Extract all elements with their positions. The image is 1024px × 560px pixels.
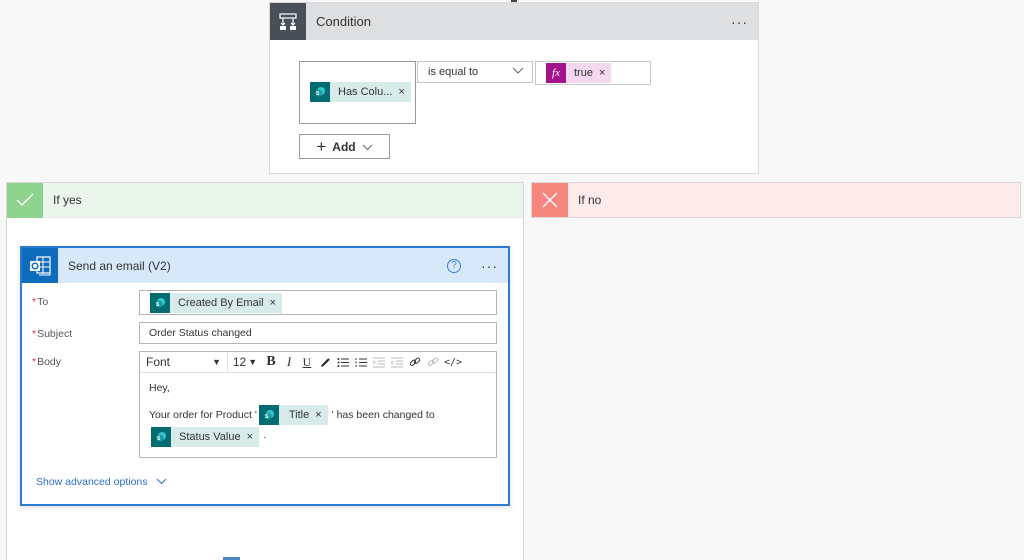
token-label: Has Colu... xyxy=(338,86,393,98)
condition-right-operand[interactable]: fx true × xyxy=(535,61,651,85)
sharepoint-icon: S xyxy=(310,82,330,102)
show-advanced-options-link[interactable]: Show advanced options xyxy=(36,476,167,488)
token-label: Created By Email xyxy=(178,297,264,309)
dynamic-token-title[interactable]: S Title × xyxy=(258,405,328,425)
bullet-list-icon[interactable] xyxy=(334,352,352,372)
link-icon[interactable] xyxy=(406,352,424,372)
caret-down-icon: ▼ xyxy=(248,357,258,367)
token-label: true xyxy=(574,67,593,79)
italic-button[interactable]: I xyxy=(280,352,298,372)
sharepoint-icon: S xyxy=(151,427,171,447)
outdent-icon[interactable] xyxy=(388,352,406,372)
if-yes-title: If yes xyxy=(53,193,82,207)
rich-text-toolbar: Font ▼ 12 ▼ B I U </> xyxy=(140,352,496,373)
add-condition-button[interactable]: + Add xyxy=(299,134,390,159)
expression-token-true[interactable]: fx true × xyxy=(546,63,612,83)
send-email-header[interactable]: Send an email (V2) ? ··· xyxy=(22,248,508,283)
dynamic-token-has-column[interactable]: S Has Colu... × xyxy=(310,82,411,102)
unlink-icon[interactable] xyxy=(424,352,442,372)
if-yes-header[interactable]: If yes xyxy=(7,182,523,218)
remove-token-button[interactable]: × xyxy=(599,67,611,79)
token-label: Title xyxy=(288,409,310,421)
remove-token-button[interactable]: × xyxy=(315,409,327,421)
subject-input[interactable]: Order Status changed xyxy=(139,322,497,344)
caret-down-icon: ▼ xyxy=(212,357,221,367)
chevron-down-icon xyxy=(362,140,373,154)
token-label: Status Value xyxy=(179,431,241,443)
close-icon xyxy=(532,183,568,217)
body-line: S Status Value × · xyxy=(149,427,487,447)
sharepoint-icon: S xyxy=(258,405,279,425)
condition-left-operand[interactable]: S Has Colu... × xyxy=(299,61,416,124)
remove-token-button[interactable]: × xyxy=(247,431,259,443)
remove-token-button[interactable]: × xyxy=(398,86,410,98)
send-email-card: Send an email (V2) ? ··· *To S Created B… xyxy=(20,246,510,506)
font-size-dropdown[interactable]: 12 ▼ xyxy=(228,352,262,372)
indent-icon[interactable] xyxy=(370,352,388,372)
email-more-button[interactable]: ··· xyxy=(481,258,498,274)
help-icon[interactable]: ? xyxy=(447,258,461,273)
pen-icon[interactable] xyxy=(316,352,334,372)
remove-token-button[interactable]: × xyxy=(270,297,282,309)
body-line: Your order for Product ' S Title × ' has… xyxy=(149,405,487,425)
body-content[interactable]: Hey, Your order for Product ' S Title × … xyxy=(140,373,496,447)
add-label: Add xyxy=(332,139,356,154)
condition-icon xyxy=(270,3,306,40)
operator-dropdown[interactable]: is equal to xyxy=(417,61,533,83)
condition-header[interactable]: Condition ··· xyxy=(270,3,758,40)
if-no-title: If no xyxy=(578,193,602,207)
plus-icon: + xyxy=(316,137,327,156)
body-line: Hey, xyxy=(149,382,170,394)
outlook-icon xyxy=(22,248,58,283)
font-dropdown[interactable]: Font ▼ xyxy=(140,352,228,372)
bold-button[interactable]: B xyxy=(262,352,280,372)
condition-card: Condition ··· S Has Colu... × is equal t… xyxy=(269,2,759,174)
numbered-list-icon[interactable] xyxy=(352,352,370,372)
sharepoint-icon: S xyxy=(150,293,170,313)
subject-label: *Subject xyxy=(32,328,73,340)
dynamic-token-status-value[interactable]: S Status Value × xyxy=(151,427,259,447)
condition-title: Condition xyxy=(316,14,371,29)
to-field[interactable]: S Created By Email × xyxy=(139,290,497,315)
chevron-down-icon xyxy=(156,476,167,488)
if-no-branch[interactable]: If no xyxy=(531,182,1021,218)
send-email-title: Send an email (V2) xyxy=(68,258,171,273)
to-label: *To xyxy=(32,296,49,308)
condition-more-button[interactable]: ··· xyxy=(731,14,748,30)
fx-icon: fx xyxy=(546,63,566,83)
check-icon xyxy=(7,182,43,218)
underline-button[interactable]: U xyxy=(298,352,316,372)
body-label: *Body xyxy=(32,356,62,368)
body-editor[interactable]: Font ▼ 12 ▼ B I U </> Hey, Your order fo… xyxy=(139,351,497,458)
code-view-button[interactable]: </> xyxy=(442,352,464,372)
chevron-down-icon xyxy=(512,66,524,78)
operator-value: is equal to xyxy=(428,66,479,78)
dynamic-token-created-by-email[interactable]: S Created By Email × xyxy=(150,293,283,313)
